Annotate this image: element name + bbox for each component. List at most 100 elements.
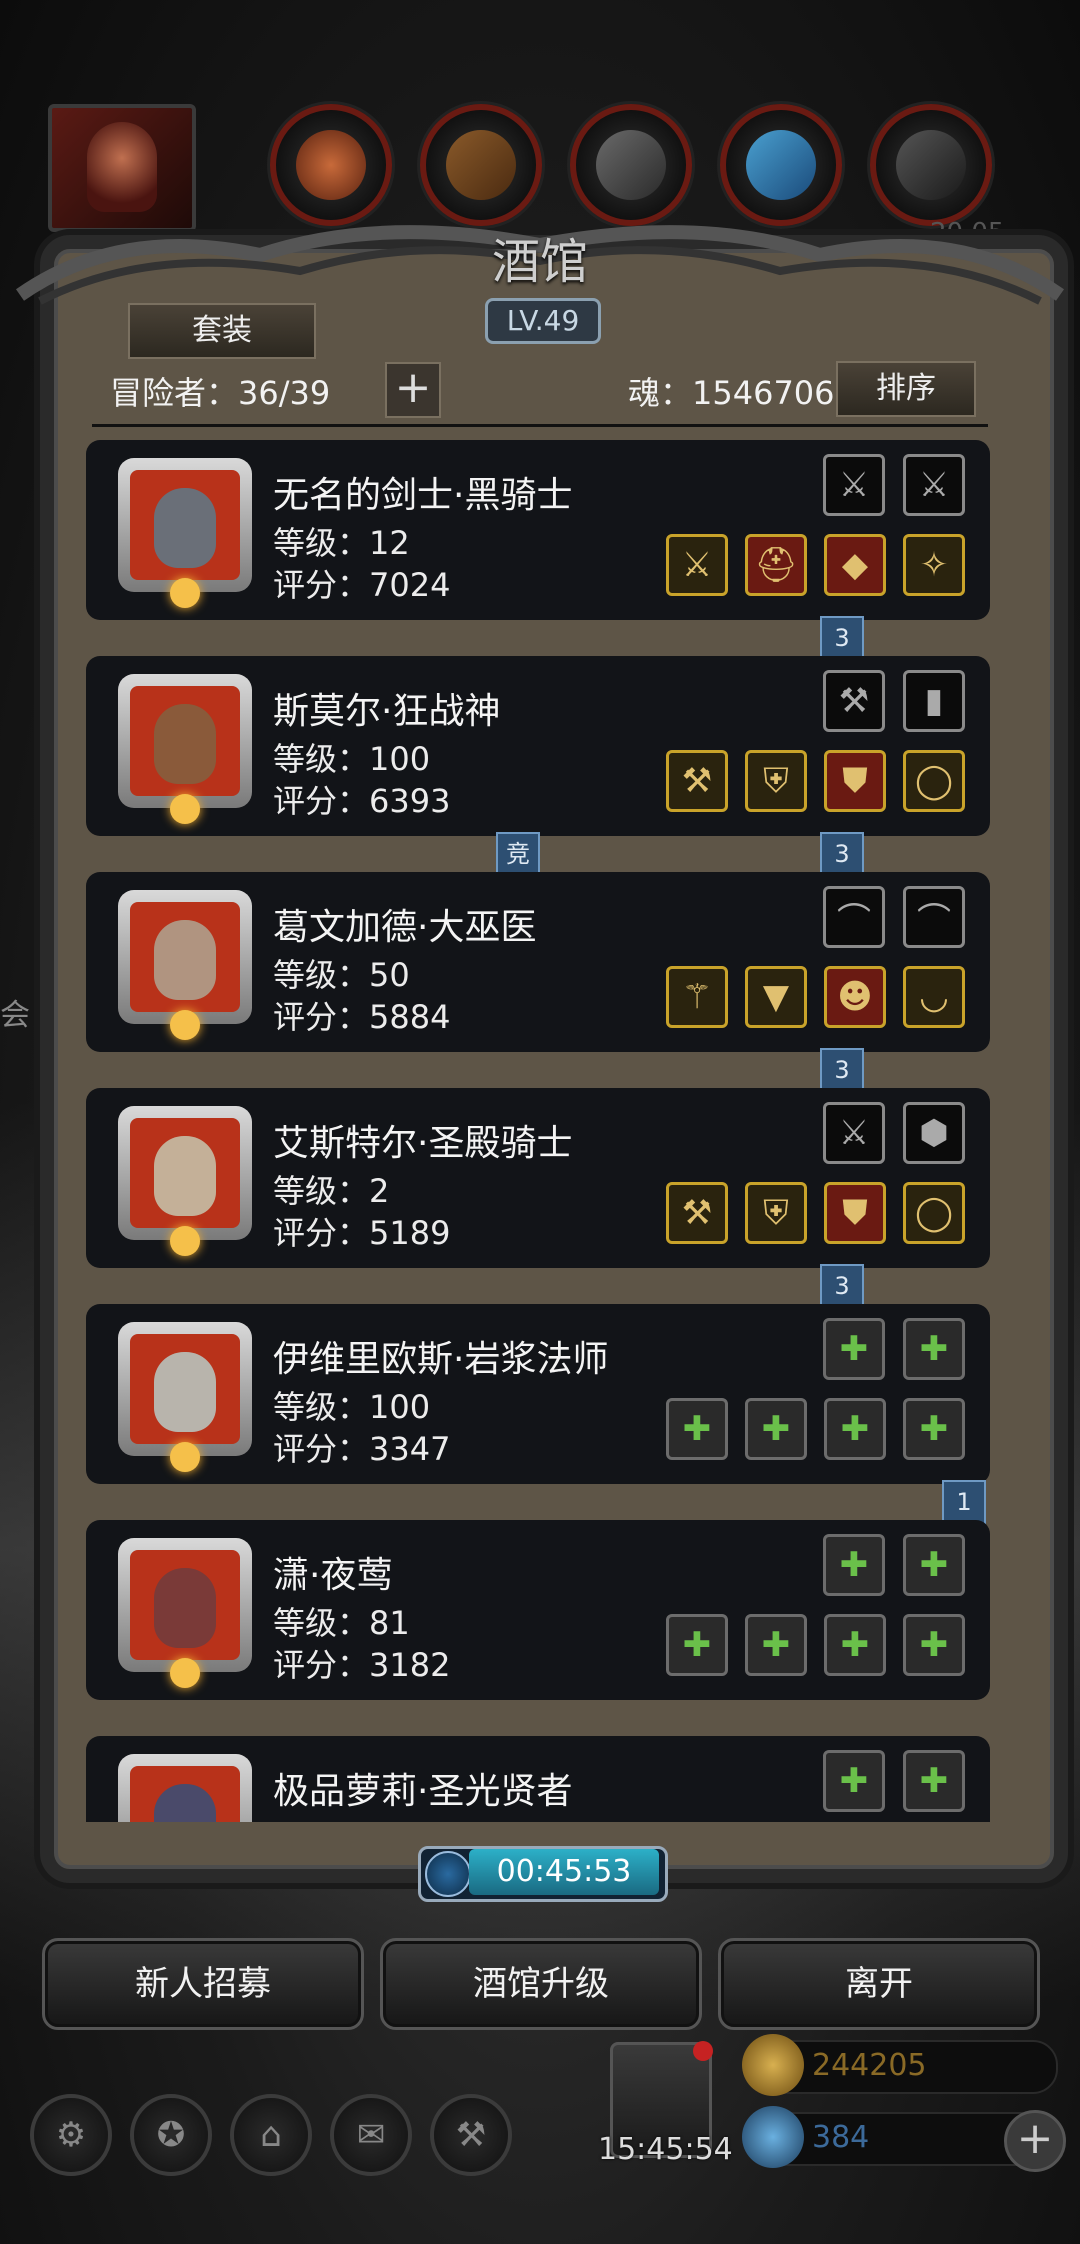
hero-name: 极品萝莉·圣光贤者 [273, 1771, 573, 1812]
empty-slot-icon[interactable]: ✚ [824, 1398, 886, 1460]
empty-slot-icon[interactable]: ✚ [666, 1398, 728, 1460]
sort-button[interactable]: 排序 [836, 361, 976, 417]
empty-slot-icon[interactable]: ✚ [824, 1614, 886, 1676]
hero-card[interactable]: 极品萝莉·圣光贤者 ✚ ✚ [86, 1736, 990, 1822]
armor-icon[interactable]: ⛨ [745, 750, 807, 812]
iron-icon [596, 130, 666, 200]
empty-slot-icon[interactable]: ✚ [823, 1750, 885, 1812]
empty-slot-icon[interactable]: ✚ [903, 1614, 965, 1676]
guild-icon[interactable]: ⌂ [230, 2094, 312, 2176]
tavern-level-badge: LV.49 [485, 298, 601, 344]
hero-name: 艾斯特尔·圣殿骑士 [273, 1123, 573, 1164]
empty-slot-icon[interactable]: ✚ [745, 1614, 807, 1676]
hero-portrait[interactable] [118, 458, 252, 608]
helmet-icon[interactable]: ⛑ [745, 534, 807, 596]
mask-icon[interactable]: ☻ [824, 966, 886, 1028]
set-button[interactable]: 套装 [128, 303, 316, 359]
refresh-timer: 00:45:53 [418, 1846, 668, 1902]
sword-icon[interactable]: ⚔ [666, 534, 728, 596]
soul-count: 魂：1546706 [628, 374, 835, 412]
empty-slot-icon[interactable]: ✚ [823, 1534, 885, 1596]
hero-face [154, 1136, 216, 1216]
top-tab-strip: 20.05 [40, 100, 1040, 248]
hero-portrait[interactable] [118, 1538, 252, 1688]
hero-portrait[interactable] [118, 1322, 252, 1472]
portrait-frame [130, 902, 240, 1012]
axe-icon[interactable]: ⚒ [666, 750, 728, 812]
bow-icon[interactable]: ⌒ [823, 886, 885, 948]
crest-icon[interactable]: ⬢ [903, 1102, 965, 1164]
hero-level: 等级：100 [273, 1388, 431, 1426]
hammer-icon[interactable]: ⚒ [666, 1182, 728, 1244]
portrait-frame [130, 1334, 240, 1444]
fruit-icon [296, 130, 366, 200]
player-avatar-tab[interactable] [48, 104, 196, 232]
sword-icon[interactable]: ⚔ [823, 454, 885, 516]
hero-score: 评分：7024 [273, 566, 451, 604]
hero-portrait[interactable] [118, 890, 252, 1040]
hero-face [154, 488, 216, 568]
rune-icon[interactable]: ▮ [903, 670, 965, 732]
hero-card[interactable]: 斯莫尔·狂战神 等级：100 评分：6393 ⚒ ▮ ⚒ ⛨ ⛊ ◯ [86, 656, 990, 836]
hero-card[interactable]: 葛文加德·大巫医 等级：50 评分：5884 ⌒ ⌒ ⚚ ▼ ☻ ◡ [86, 872, 990, 1052]
gold-value: 244205 [812, 2048, 927, 2083]
necklace-icon[interactable]: ◡ [903, 966, 965, 1028]
hero-card[interactable]: 艾斯特尔·圣殿骑士 等级：2 评分：5189 ⚔ ⬢ ⚒ ⛨ ⛊ ◯ [86, 1088, 990, 1268]
shield-icon[interactable]: ⛊ [824, 750, 886, 812]
add-gem-button[interactable]: + [1004, 2110, 1066, 2172]
empty-slot-icon[interactable]: ✚ [903, 1318, 965, 1380]
divider [92, 424, 988, 427]
resource-tab-wood[interactable] [420, 104, 542, 226]
sword-icon[interactable]: ⚔ [823, 1102, 885, 1164]
empty-slot-icon[interactable]: ✚ [823, 1318, 885, 1380]
robe-icon[interactable]: ▼ [745, 966, 807, 1028]
empty-slot-icon[interactable]: ✚ [666, 1614, 728, 1676]
empty-slot-icon[interactable]: ✚ [903, 1750, 965, 1812]
resource-tab-fruit[interactable] [270, 104, 392, 226]
achievement-star-icon[interactable]: ✪ [130, 2094, 212, 2176]
hero-card[interactable]: 无名的剑士·黑骑士 等级：12 评分：7024 ⚔ ⚔ ⚔ ⛑ ◆ ✧ [86, 440, 990, 620]
moon-icon [170, 578, 200, 608]
hero-face [154, 1784, 216, 1822]
amulet-icon[interactable]: ✧ [903, 534, 965, 596]
empty-slot-icon[interactable]: ✚ [903, 1534, 965, 1596]
mail-icon[interactable]: ✉ [330, 2094, 412, 2176]
add-slot-button[interactable]: + [385, 362, 441, 418]
hero-card[interactable]: 伊维里欧斯·岩浆法师 等级：100 评分：3347 ✚ ✚ ✚ ✚ ✚ ✚ [86, 1304, 990, 1484]
empty-slot-icon[interactable]: ✚ [745, 1398, 807, 1460]
gold-bar: 244205 [742, 2034, 1058, 2096]
hero-portrait[interactable] [118, 1754, 252, 1822]
hammer-icon[interactable]: ⚒ [430, 2094, 512, 2176]
gem-icon[interactable]: ◆ [824, 534, 886, 596]
resource-tab-iron[interactable] [570, 104, 692, 226]
hero-name: 伊维里欧斯·岩浆法师 [273, 1339, 609, 1380]
armor-icon[interactable]: ⛨ [745, 1182, 807, 1244]
leave-button[interactable]: 离开 [718, 1938, 1040, 2030]
empty-slot-icon[interactable]: ✚ [903, 1398, 965, 1460]
tavern-upgrade-button[interactable]: 酒馆升级 [380, 1938, 702, 2030]
ring-icon[interactable]: ◯ [903, 1182, 965, 1244]
moon-icon [170, 1226, 200, 1256]
ring-icon[interactable]: ◯ [903, 750, 965, 812]
axe-icon[interactable]: ⚒ [823, 670, 885, 732]
hero-face [154, 1568, 216, 1648]
recruit-button[interactable]: 新人招募 [42, 1938, 364, 2030]
adventurer-count: 冒险者：36/39 [110, 374, 331, 412]
hero-portrait[interactable] [118, 1106, 252, 1256]
sword-icon[interactable]: ⚔ [903, 454, 965, 516]
hero-list[interactable]: 无名的剑士·黑骑士 等级：12 评分：7024 ⚔ ⚔ ⚔ ⛑ ◆ ✧ 3 斯莫尔·狂战神 等级：10… [86, 440, 990, 1822]
resource-tab-ore[interactable] [870, 104, 992, 226]
portrait-frame [130, 686, 240, 796]
hero-name: 葛文加德·大巫医 [273, 907, 537, 948]
hero-face [154, 1352, 216, 1432]
ore-icon [896, 130, 966, 200]
resource-tab-crystal[interactable] [720, 104, 842, 226]
hero-portrait[interactable] [118, 674, 252, 824]
settings-gear-icon[interactable]: ⚙ [30, 2094, 112, 2176]
shield-icon[interactable]: ⛊ [824, 1182, 886, 1244]
staff-icon[interactable]: ⚚ [666, 966, 728, 1028]
portrait-frame [130, 1550, 240, 1660]
bow-icon[interactable]: ⌒ [903, 886, 965, 948]
hero-card[interactable]: 潇·夜莺 等级：81 评分：3182 ✚ ✚ ✚ ✚ ✚ ✚ [86, 1520, 990, 1700]
crystal-icon [746, 130, 816, 200]
